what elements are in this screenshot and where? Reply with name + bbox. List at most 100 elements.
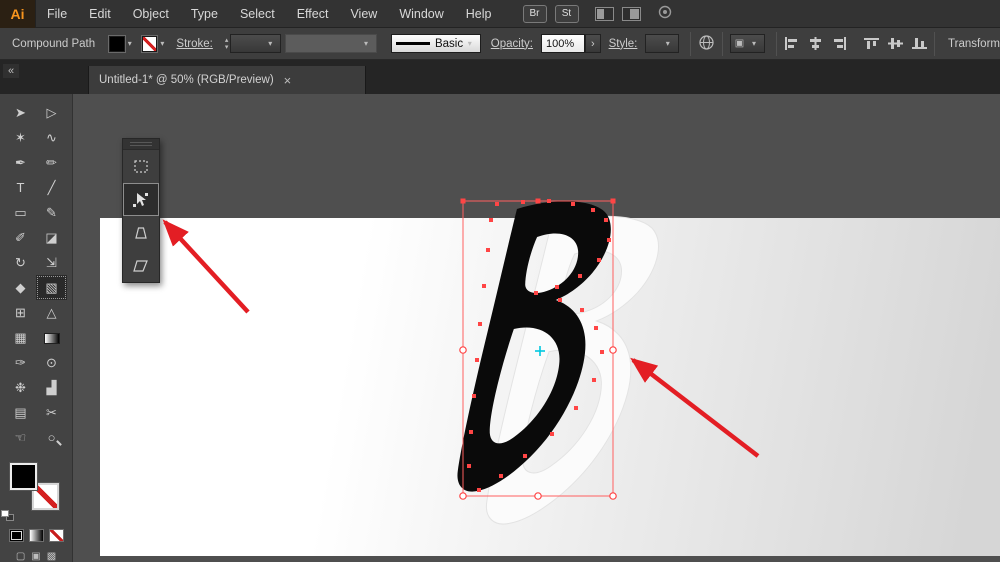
- shape-builder-tool[interactable]: ⊞: [5, 300, 36, 325]
- menu-object[interactable]: Object: [122, 0, 180, 28]
- none-button[interactable]: [48, 529, 64, 542]
- workspace-layout-alt-icon[interactable]: [621, 6, 641, 21]
- menu-file[interactable]: File: [36, 0, 78, 28]
- brush-definition-dropdown[interactable]: Basic ▾: [390, 34, 481, 53]
- bridge-button[interactable]: Br: [522, 4, 547, 23]
- direct-selection-tool[interactable]: ▷: [36, 100, 67, 125]
- gradient-button[interactable]: [28, 529, 44, 542]
- free-transform-tool[interactable]: ▧: [36, 275, 67, 300]
- free-distort-button[interactable]: [123, 249, 159, 282]
- canvas[interactable]: [73, 94, 1000, 562]
- stroke-weight-dropdown[interactable]: ▾: [230, 34, 282, 53]
- rotate-tool[interactable]: ↻: [5, 250, 36, 275]
- perspective-distort-icon: [135, 226, 147, 239]
- stroke-color-swatch[interactable]: [140, 34, 159, 53]
- mesh-tool[interactable]: ▦: [5, 325, 36, 350]
- free-distort-icon: [133, 259, 148, 272]
- draw-behind-icon[interactable]: ▣: [31, 551, 40, 562]
- brush-definition-value: Basic: [434, 37, 464, 50]
- opacity-input[interactable]: [540, 34, 585, 53]
- symbol-sprayer-tool[interactable]: ❉: [5, 375, 36, 400]
- artboard[interactable]: [100, 218, 1000, 556]
- fill-swatch[interactable]: [9, 462, 38, 491]
- hand-tool[interactable]: ☜: [5, 425, 36, 450]
- align-center-icon[interactable]: [808, 37, 823, 50]
- menu-effect[interactable]: Effect: [286, 0, 340, 28]
- opacity-expand-button[interactable]: ›: [584, 34, 601, 53]
- pen-tool[interactable]: ✒: [5, 150, 36, 175]
- workspace-layout-icon[interactable]: [594, 6, 614, 21]
- menu-edit[interactable]: Edit: [78, 0, 122, 28]
- magic-wand-tool[interactable]: ✶: [5, 125, 36, 150]
- opacity-label[interactable]: Opacity:: [491, 38, 533, 50]
- free-transform-widget: [122, 138, 160, 283]
- draw-normal-icon[interactable]: ▢: [16, 551, 25, 562]
- document-tab[interactable]: Untitled-1* @ 50% (RGB/Preview) ×: [88, 66, 366, 94]
- stroke-dropdown-arrow-icon[interactable]: ▾: [160, 39, 164, 48]
- chevron-down-icon: ▾: [363, 39, 368, 48]
- selection-tool[interactable]: ➤: [5, 100, 36, 125]
- stock-button[interactable]: St: [554, 4, 579, 23]
- lasso-tool[interactable]: ∿: [36, 125, 67, 150]
- constrain-button[interactable]: [123, 150, 159, 183]
- menu-window[interactable]: Window: [388, 0, 454, 28]
- style-label[interactable]: Style:: [609, 38, 638, 50]
- rectangle-tool[interactable]: ▭: [5, 200, 36, 225]
- tab-close-icon[interactable]: ×: [284, 73, 292, 88]
- separator: [934, 31, 936, 56]
- default-colors-icon[interactable]: [1, 510, 14, 521]
- menu-view[interactable]: View: [339, 0, 388, 28]
- curvature-tool[interactable]: ✏: [36, 150, 67, 175]
- fill-dropdown-arrow-icon[interactable]: ▾: [128, 39, 132, 48]
- separator: [689, 31, 691, 56]
- context-label: Compound Path: [12, 37, 96, 50]
- tools-grid: ➤ ▷ ✶ ∿ ✒ ✏ T ╱ ▭ ✎ ✐ ◪ ↻ ⇲ ◆ ▧ ⊞ △ ▦ ✑ …: [5, 100, 67, 450]
- graph-tool[interactable]: ▟: [36, 375, 67, 400]
- type-tool[interactable]: T: [5, 175, 36, 200]
- fill-stroke-widget: [1, 462, 63, 521]
- app-logo: Ai: [0, 0, 36, 28]
- isolate-dropdown[interactable]: ▣ ▾: [729, 34, 766, 53]
- stepper-up-icon[interactable]: ▴: [225, 37, 229, 44]
- control-bar: Compound Path ▾ ▾ Stroke: ▴ ▾ ▾ ▾ Basic …: [0, 28, 1000, 60]
- gradient-tool[interactable]: [36, 325, 67, 350]
- scale-tool[interactable]: ⇲: [36, 250, 67, 275]
- blend-tool[interactable]: ⊙: [36, 350, 67, 375]
- free-transform-button[interactable]: [123, 183, 159, 216]
- transform-label[interactable]: Transform: [948, 38, 1000, 50]
- stepper-down-icon[interactable]: ▾: [225, 44, 229, 51]
- panel-grip-handle[interactable]: [123, 139, 159, 150]
- chevron-down-icon: ▾: [467, 39, 472, 48]
- stroke-label[interactable]: Stroke:: [176, 38, 212, 50]
- zoom-tool[interactable]: ○: [36, 425, 67, 450]
- draw-inside-icon[interactable]: ▩: [47, 551, 56, 562]
- align-left-icon[interactable]: [784, 37, 799, 50]
- collapse-panels-button[interactable]: «: [3, 64, 19, 78]
- eyedropper-tool[interactable]: ✑: [5, 350, 36, 375]
- stroke-weight-stepper[interactable]: ▴ ▾: [225, 37, 229, 51]
- recolor-artwork-icon[interactable]: [698, 34, 715, 54]
- fill-color-swatch[interactable]: [108, 34, 126, 53]
- gradient-tool-icon: [43, 333, 60, 345]
- menu-type[interactable]: Type: [180, 0, 229, 28]
- chevron-down-icon: ▾: [752, 39, 757, 48]
- slice-tool[interactable]: ✂: [36, 400, 67, 425]
- eraser-tool[interactable]: ◪: [36, 225, 67, 250]
- align-right-icon[interactable]: [832, 37, 847, 50]
- width-tool[interactable]: ◆: [5, 275, 36, 300]
- align-middle-icon[interactable]: [888, 37, 904, 50]
- shaper-tool[interactable]: ✐: [5, 225, 36, 250]
- perspective-distort-button[interactable]: [123, 216, 159, 249]
- app-extras-icon[interactable]: [657, 4, 673, 23]
- style-dropdown[interactable]: ▾: [645, 34, 679, 53]
- paintbrush-tool[interactable]: ✎: [36, 200, 67, 225]
- menu-select[interactable]: Select: [229, 0, 286, 28]
- artboard-tool[interactable]: ▤: [5, 400, 36, 425]
- align-bottom-icon[interactable]: [912, 37, 928, 50]
- color-button[interactable]: [8, 529, 24, 542]
- perspective-grid-tool[interactable]: △: [36, 300, 67, 325]
- line-segment-tool[interactable]: ╱: [36, 175, 67, 200]
- menu-help[interactable]: Help: [455, 0, 503, 28]
- align-top-icon[interactable]: [864, 37, 880, 50]
- none-slash-icon: [34, 485, 57, 508]
